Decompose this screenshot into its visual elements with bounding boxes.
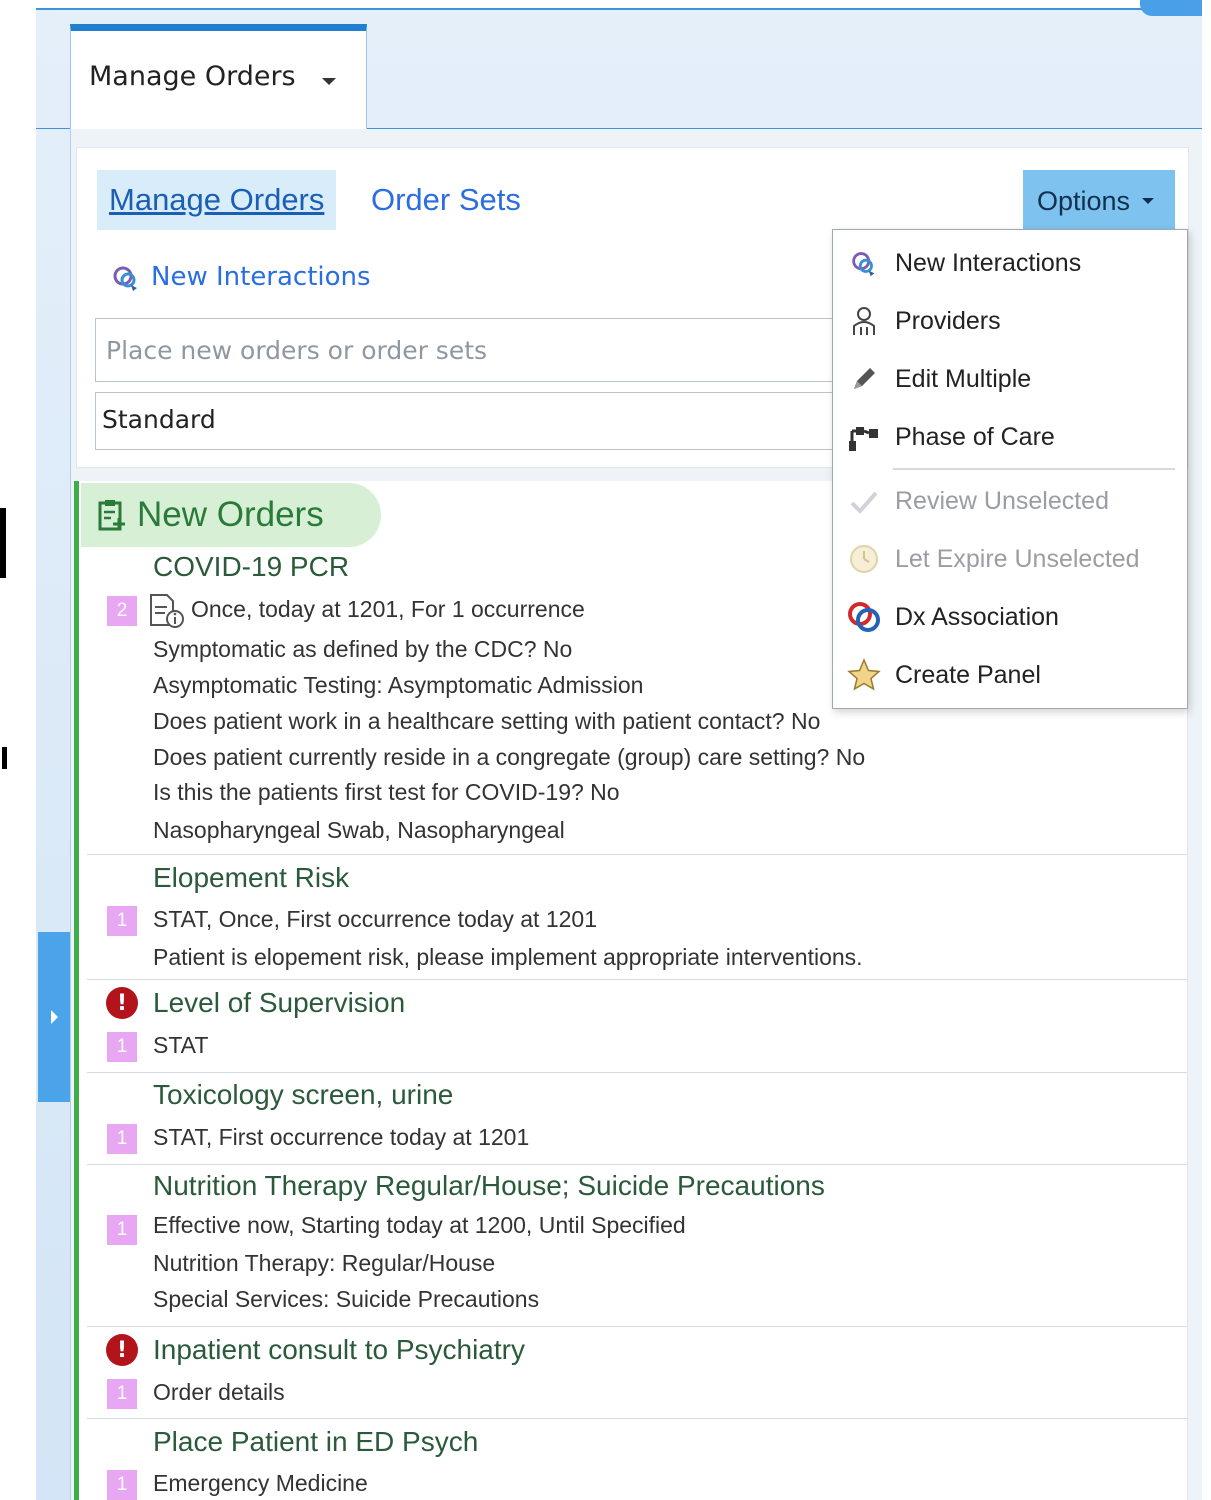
provider-icon — [847, 304, 881, 338]
menu-item-label: Create Panel — [895, 660, 1041, 689]
order-detail-line: Asymptomatic Testing: Asymptomatic Admis… — [153, 672, 644, 698]
order-detail-line: STAT, Once, First occurrence today at 12… — [153, 906, 598, 932]
chevron-down-icon[interactable] — [321, 78, 336, 85]
edge-mark — [2, 747, 7, 769]
order-detail-line: Nutrition Therapy: Regular/House — [153, 1250, 496, 1276]
menu-item-create-panel[interactable]: Create Panel — [833, 647, 1189, 703]
order-name[interactable]: COVID-19 PCR — [153, 551, 349, 583]
phase-of-care-icon — [847, 420, 881, 454]
order-detail-line: Effective now, Starting today at 1200, U… — [153, 1212, 686, 1238]
new-orders-title: New Orders — [137, 495, 324, 534]
clock-icon — [847, 542, 881, 576]
pencil-icon — [847, 362, 881, 396]
order-row[interactable]: Elopement Risk 1 STAT, Once, First occur… — [87, 856, 1187, 980]
menu-item-label: Providers — [895, 306, 1001, 335]
order-detail-line: STAT, First occurrence today at 1201 — [153, 1124, 530, 1150]
order-search-input[interactable] — [95, 318, 855, 382]
star-icon — [847, 658, 881, 692]
order-count-badge: 1 — [107, 1379, 137, 1409]
interactions-icon — [113, 266, 137, 291]
order-mode-select[interactable]: Standard — [95, 392, 855, 450]
nav-manage-orders[interactable]: Manage Orders — [97, 170, 337, 230]
order-detail-line: Special Services: Suicide Precautions — [153, 1286, 540, 1312]
menu-item-review-unselected: Review Unselected — [833, 473, 1189, 529]
order-count-badge: 1 — [107, 1470, 137, 1500]
order-detail-line: STAT — [153, 1032, 209, 1058]
sidebar-expand-handle[interactable] — [38, 932, 70, 1102]
activity-tab-manage-orders[interactable]: Manage Orders — [70, 24, 367, 130]
order-detail-line: Once, today at 1201, For 1 occurrence — [191, 596, 585, 622]
menu-item-phase-of-care[interactable]: Phase of Care — [833, 409, 1189, 465]
menu-separator — [893, 468, 1175, 470]
top-right-tab-edge[interactable] — [1140, 0, 1202, 16]
interactions-icon — [847, 246, 881, 280]
order-row[interactable]: Nutrition Therapy Regular/House; Suicide… — [87, 1166, 1187, 1327]
order-detail-line: Patient is elopement risk, please implem… — [153, 944, 863, 970]
order-detail-line: Symptomatic as defined by the CDC? No — [153, 636, 573, 662]
order-count-badge: 1 — [107, 906, 137, 936]
menu-item-label: Let Expire Unselected — [895, 544, 1140, 573]
menu-item-label: Edit Multiple — [895, 364, 1032, 393]
tab-title: Manage Orders — [89, 61, 296, 92]
panel-left-border — [70, 128, 71, 1500]
menu-item-label: Phase of Care — [895, 422, 1055, 451]
order-row[interactable]: Toxicology screen, urine 1 STAT, First o… — [87, 1074, 1187, 1165]
menu-item-new-interactions[interactable]: New Interactions — [833, 235, 1189, 291]
clipboard-add-icon — [98, 500, 125, 531]
order-details-info-icon — [150, 594, 184, 628]
order-name[interactable]: Nutrition Therapy Regular/House; Suicide… — [153, 1170, 825, 1202]
order-name[interactable]: Level of Supervision — [153, 987, 405, 1019]
order-name[interactable]: Inpatient consult to Psychiatry — [153, 1334, 525, 1366]
options-button[interactable]: Options — [1023, 170, 1175, 232]
order-row[interactable]: ! Level of Supervision 1 STAT — [87, 981, 1187, 1073]
order-detail-line: Order details — [153, 1379, 285, 1405]
options-label: Options — [1037, 185, 1131, 216]
menu-item-edit-multiple[interactable]: Edit Multiple — [833, 351, 1189, 407]
order-detail-line: Does patient work in a healthcare settin… — [153, 708, 821, 734]
left-edge-marks — [0, 0, 36, 1500]
new-orders-header: New Orders — [81, 483, 381, 547]
order-detail-line: Nasopharyngeal Swab, Nasopharyngeal — [153, 817, 565, 843]
order-row[interactable]: Place Patient in ED Psych 1 Emergency Me… — [87, 1420, 1187, 1500]
order-name[interactable]: Toxicology screen, urine — [153, 1079, 453, 1111]
order-count-badge: 1 — [107, 1124, 137, 1154]
new-interactions-link[interactable]: New Interactions — [109, 260, 371, 294]
alert-icon[interactable]: ! — [106, 987, 138, 1019]
order-row[interactable]: ! Inpatient consult to Psychiatry 1 Orde… — [87, 1328, 1187, 1419]
nav-order-sets[interactable]: Order Sets — [371, 182, 521, 218]
order-name[interactable]: Place Patient in ED Psych — [153, 1426, 478, 1458]
chevron-down-icon — [1142, 198, 1155, 204]
dx-link-icon — [847, 600, 881, 634]
order-count-badge: 1 — [107, 1032, 137, 1062]
checkmark-icon — [847, 484, 881, 518]
menu-item-let-expire-unselected: Let Expire Unselected — [833, 531, 1189, 587]
menu-item-label: Dx Association — [895, 602, 1059, 631]
edge-mark — [0, 508, 6, 578]
order-count-badge: 2 — [107, 596, 137, 626]
alert-icon[interactable]: ! — [106, 1334, 138, 1366]
chevron-right-icon — [50, 1010, 58, 1024]
order-detail-line: Does patient currently reside in a congr… — [153, 744, 866, 770]
options-dropdown-menu: New Interactions Providers Edit Multiple — [832, 229, 1188, 709]
order-detail-line: Emergency Medicine — [153, 1470, 368, 1496]
new-interactions-label: New Interactions — [151, 262, 371, 292]
menu-item-label: Review Unselected — [895, 486, 1109, 515]
order-name[interactable]: Elopement Risk — [153, 862, 349, 894]
order-detail-line: Is this the patients first test for COVI… — [153, 779, 620, 805]
menu-item-providers[interactable]: Providers — [833, 293, 1189, 349]
menu-item-label: New Interactions — [895, 248, 1082, 277]
order-count-badge: 1 — [107, 1215, 137, 1245]
menu-item-dx-association[interactable]: Dx Association — [833, 589, 1189, 645]
